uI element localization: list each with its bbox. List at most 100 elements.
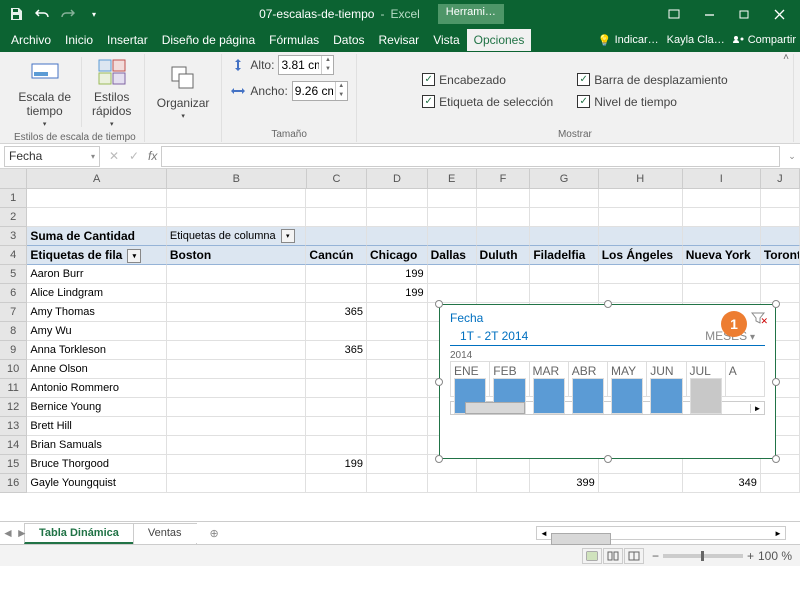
row-header[interactable]: 2 [0, 208, 27, 227]
cell[interactable] [167, 303, 307, 322]
cell[interactable] [530, 189, 598, 208]
cell[interactable] [167, 265, 307, 284]
cell[interactable] [599, 284, 683, 303]
new-sheet-button[interactable]: ⊕ [196, 524, 224, 543]
cell[interactable] [367, 360, 428, 379]
cell[interactable] [599, 208, 683, 227]
timeline-track[interactable]: ENEFEBMARABRMAYJUNJULA [440, 361, 775, 397]
undo-icon[interactable] [30, 3, 54, 25]
row-header[interactable]: 9 [0, 341, 27, 360]
col-header[interactable]: H [599, 169, 683, 188]
row-header[interactable]: 12 [0, 398, 27, 417]
tab-archivo[interactable]: Archivo [4, 29, 58, 51]
col-header[interactable]: B [167, 169, 307, 188]
user-name[interactable]: Kayla Cla… [667, 34, 725, 46]
cell[interactable]: Suma de Cantidad [27, 227, 167, 246]
cell[interactable]: Brett Hill [27, 417, 167, 436]
cell[interactable] [306, 284, 367, 303]
cell[interactable] [167, 455, 307, 474]
cell[interactable] [683, 208, 761, 227]
cell[interactable] [477, 189, 531, 208]
cell[interactable]: 365 [306, 341, 367, 360]
tab-fórmulas[interactable]: Fórmulas [262, 29, 326, 51]
cell[interactable] [167, 189, 307, 208]
timeline-scrollbar[interactable]: ◄► [450, 401, 765, 415]
select-all-corner[interactable] [0, 169, 27, 188]
cell[interactable] [306, 322, 367, 341]
cell[interactable] [306, 436, 367, 455]
cell[interactable] [477, 284, 531, 303]
timeline-caption-button[interactable]: Escala de tiempo▾ [14, 54, 75, 130]
tab-vista[interactable]: Vista [426, 29, 466, 51]
cell[interactable] [428, 227, 477, 246]
tab-insertar[interactable]: Insertar [100, 29, 155, 51]
worksheet-grid[interactable]: ABCDEFGHIJ 123Suma de CantidadEtiquetas … [0, 169, 800, 521]
next-sheet-icon[interactable]: ► [16, 526, 28, 540]
cell[interactable] [683, 284, 761, 303]
cell[interactable] [306, 474, 367, 493]
cell[interactable] [761, 189, 800, 208]
tell-me[interactable]: 💡 Indicar… [598, 34, 659, 47]
cell[interactable]: Chicago [367, 246, 428, 265]
formula-bar[interactable] [161, 146, 780, 167]
cell[interactable] [530, 227, 598, 246]
cell[interactable]: Los Ángeles [599, 246, 683, 265]
cell[interactable]: Antonio Rommero [27, 379, 167, 398]
cell[interactable]: Toront [761, 246, 800, 265]
row-header[interactable]: 8 [0, 322, 27, 341]
zoom-control[interactable]: − + 100 % [652, 549, 792, 563]
cancel-icon[interactable]: ✕ [104, 149, 124, 163]
row-header[interactable]: 15 [0, 455, 27, 474]
chk-time-level[interactable]: ✓Nivel de tiempo [577, 92, 727, 112]
tab-opciones[interactable]: Opciones [467, 29, 532, 51]
cell[interactable]: Anne Olson [27, 360, 167, 379]
cell[interactable]: Dallas [428, 246, 477, 265]
cell[interactable] [167, 379, 307, 398]
row-header[interactable]: 10 [0, 360, 27, 379]
row-header[interactable]: 1 [0, 189, 27, 208]
chk-header[interactable]: ✓Encabezado [422, 70, 553, 90]
enter-icon[interactable]: ✓ [124, 149, 144, 163]
quick-styles-button[interactable]: Estilos rápidos▾ [88, 54, 135, 130]
col-header[interactable]: I [683, 169, 761, 188]
tab-inicio[interactable]: Inicio [58, 29, 100, 51]
cell[interactable] [306, 398, 367, 417]
col-header[interactable]: G [530, 169, 598, 188]
cell[interactable] [306, 417, 367, 436]
cell[interactable] [367, 303, 428, 322]
cell[interactable] [428, 208, 477, 227]
cell[interactable] [306, 379, 367, 398]
cell[interactable] [428, 265, 477, 284]
cell[interactable] [167, 360, 307, 379]
cell[interactable]: Nueva York [683, 246, 761, 265]
cell[interactable]: 199 [306, 455, 367, 474]
cell[interactable] [367, 455, 428, 474]
cell[interactable]: Amy Thomas [27, 303, 167, 322]
cell[interactable]: Etiquetas de fila ▾ [27, 246, 167, 265]
cell[interactable]: Cancún [306, 246, 367, 265]
cell[interactable] [306, 208, 367, 227]
cell[interactable] [428, 284, 477, 303]
col-header[interactable]: A [27, 169, 167, 188]
row-header[interactable]: 13 [0, 417, 27, 436]
collapse-ribbon-icon[interactable]: ˄ [776, 52, 796, 66]
cell[interactable] [761, 265, 800, 284]
cell[interactable] [477, 474, 531, 493]
maximize-icon[interactable] [727, 3, 761, 25]
zoom-level[interactable]: 100 % [758, 549, 792, 563]
chk-selection-label[interactable]: ✓Etiqueta de selección [422, 92, 553, 112]
save-icon[interactable] [4, 3, 28, 25]
cell[interactable]: Bruce Thorgood [27, 455, 167, 474]
zoom-out-icon[interactable]: − [652, 549, 659, 563]
row-header[interactable]: 14 [0, 436, 27, 455]
cell[interactable]: 199 [367, 265, 428, 284]
cell[interactable] [167, 417, 307, 436]
cell[interactable]: Anna Torkleson [27, 341, 167, 360]
cell[interactable] [761, 227, 800, 246]
cell[interactable]: 349 [683, 474, 761, 493]
sheet-tab[interactable]: Ventas [133, 523, 197, 544]
cell[interactable] [167, 322, 307, 341]
cell[interactable] [683, 265, 761, 284]
cell[interactable] [27, 208, 167, 227]
zoom-in-icon[interactable]: + [747, 549, 754, 563]
